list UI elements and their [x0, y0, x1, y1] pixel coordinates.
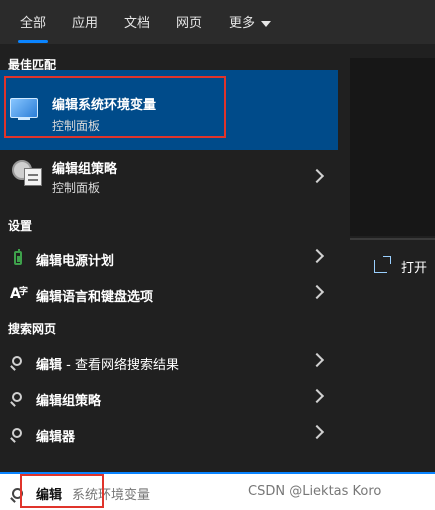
chevron-right-icon[interactable]: [309, 284, 325, 300]
web-item-group-policy[interactable]: 编辑组策略: [0, 380, 338, 416]
results-panel: 最佳匹配 编辑系统环境变量 控制面板 编辑组策略 控制面板 设置 编辑电源计划 …: [0, 44, 338, 472]
search-icon: [12, 356, 28, 372]
tab-apps[interactable]: 应用: [72, 12, 98, 31]
chevron-right-icon[interactable]: [309, 424, 325, 440]
web-item-title: 编辑组策略: [36, 394, 102, 409]
result-row-group-policy[interactable]: 编辑组策略 控制面板: [0, 148, 338, 212]
language-icon: A字: [10, 286, 29, 302]
open-label: 打开: [401, 261, 428, 276]
settings-item-power-plan[interactable]: 编辑电源计划: [0, 240, 338, 276]
tab-more[interactable]: 更多: [229, 12, 272, 31]
best-match-title: 编辑系统环境变量: [52, 98, 157, 113]
settings-heading: 设置: [8, 219, 33, 233]
chevron-down-icon: [261, 20, 272, 27]
tab-more-label: 更多: [229, 16, 256, 31]
chevron-right-icon[interactable]: [309, 248, 325, 264]
top-tabs: 全部 应用 文档 网页 更多: [0, 0, 435, 44]
web-search-heading: 搜索网页: [8, 322, 57, 336]
best-match-text: 编辑系统环境变量 控制面板: [0, 86, 338, 146]
highlight-box: [20, 474, 104, 508]
tab-all[interactable]: 全部: [17, 12, 49, 43]
chevron-right-icon[interactable]: [309, 388, 325, 404]
web-item-title: 编辑器: [36, 430, 76, 445]
result-title: 编辑组策略: [52, 162, 118, 177]
details-panel: 打开: [350, 44, 435, 472]
settings-item-label: 编辑电源计划: [36, 254, 115, 269]
web-item-title: 编辑 - 查看网络搜索结果: [36, 358, 179, 373]
result-subtitle: 控制面板: [52, 181, 101, 195]
tab-documents[interactable]: 文档: [124, 12, 150, 31]
group-policy-icon: [10, 158, 42, 188]
chevron-right-icon[interactable]: [309, 168, 325, 184]
web-item-editor[interactable]: 编辑器: [0, 416, 338, 452]
divider: [350, 238, 435, 240]
best-match-subtitle: 控制面板: [52, 119, 101, 133]
settings-item-language-keyboard[interactable]: A字 编辑语言和键盘选项: [0, 276, 338, 312]
search-icon: [12, 428, 28, 444]
preview-area: [350, 58, 435, 236]
open-action[interactable]: 打开: [374, 256, 428, 276]
chevron-right-icon[interactable]: [309, 352, 325, 368]
web-item-edit[interactable]: 编辑 - 查看网络搜索结果: [0, 344, 338, 380]
watermark: CSDN @Liektas Koro: [248, 484, 382, 499]
open-icon: [374, 256, 391, 273]
battery-icon: [10, 249, 26, 266]
tab-web[interactable]: 网页: [176, 12, 202, 31]
search-icon: [12, 392, 28, 408]
settings-item-label: 编辑语言和键盘选项: [36, 290, 154, 305]
